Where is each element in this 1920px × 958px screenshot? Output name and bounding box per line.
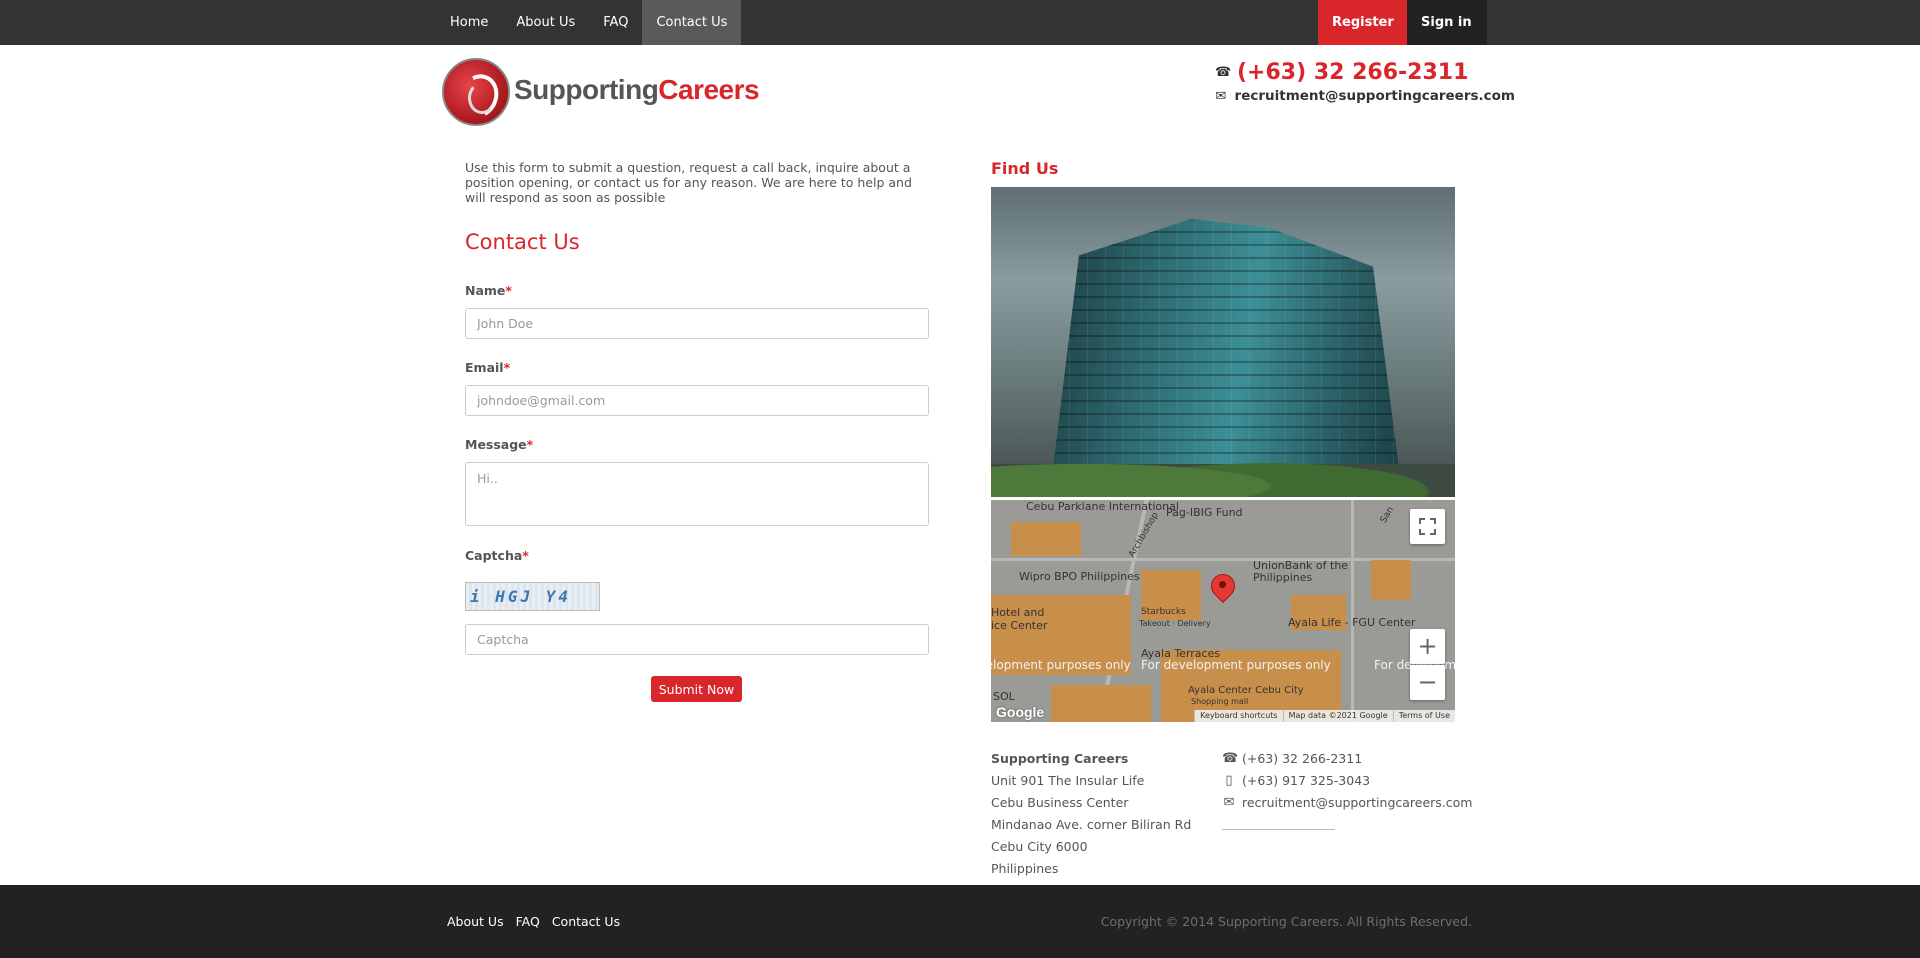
copyright-text: Copyright © 2014 Supporting Careers. All…: [1100, 914, 1472, 929]
footer-link-about-us[interactable]: About Us: [447, 914, 504, 929]
company-name: Supporting Careers: [991, 751, 1129, 766]
logo-word-careers: Careers: [658, 74, 760, 105]
signin-dropdown[interactable]: Sign in: [1407, 0, 1487, 70]
form-intro: Use this form to submit a question, requ…: [465, 160, 912, 205]
office-building-photo: [991, 187, 1455, 497]
message-textarea[interactable]: [465, 462, 929, 526]
office-address: Supporting Careers Unit 901 The Insular …: [991, 748, 1191, 880]
terms-of-use-link[interactable]: Terms of Use: [1392, 710, 1455, 722]
logo-word-supporting: Supporting: [514, 74, 659, 105]
footer-link-faq[interactable]: FAQ: [516, 914, 540, 929]
site-footer: About Us FAQ Contact Us Copyright © 2014…: [0, 885, 1920, 958]
zoom-in-button[interactable]: +: [1410, 629, 1445, 664]
address-line: Philippines: [991, 861, 1059, 876]
map-label: Starbucks: [1141, 607, 1186, 617]
header-email: ✉ recruitment@supportingcareers.com: [1215, 86, 1515, 106]
nav-contact-us[interactable]: Contact Us: [642, 0, 742, 45]
office-email: ✉ recruitment@supportingcareers.com: [1222, 792, 1473, 814]
footer-links: About Us FAQ Contact Us: [447, 885, 632, 958]
top-navbar: Home About Us FAQ Contact Us Register Si…: [0, 0, 1920, 70]
nav-faq[interactable]: FAQ: [589, 0, 642, 45]
address-line: Cebu Business Center: [991, 795, 1129, 810]
captcha-image: i HGJ Y4: [465, 582, 600, 611]
fullscreen-icon: [1419, 518, 1436, 535]
header-email-address[interactable]: recruitment@supportingcareers.com: [1235, 88, 1515, 104]
message-label: Message*: [465, 437, 533, 452]
header-contact: ☎ (+63) 32 266-2311 ✉ recruitment@suppor…: [1215, 58, 1515, 106]
google-map[interactable]: Cebu Parklane International Pag-IBIG Fun…: [991, 500, 1455, 722]
nav-about-us[interactable]: About Us: [502, 0, 589, 45]
required-mark: *: [505, 283, 512, 298]
logo-wordmark: SupportingCareers: [514, 74, 760, 106]
map-label: SOL: [993, 690, 1015, 703]
map-label: Ayala Life - FGU Center: [1288, 616, 1416, 629]
required-mark: *: [522, 548, 529, 563]
footer-link-contact-us[interactable]: Contact Us: [552, 914, 620, 929]
map-label: San: [1378, 505, 1397, 525]
office-mobile-number: (+63) 917 325-3043: [1242, 773, 1371, 788]
contact-heading: Contact Us: [465, 230, 580, 254]
map-label: Pag-IBIG Fund: [1166, 506, 1243, 519]
phone-icon: ☎: [1222, 751, 1239, 766]
map-watermark: For development purposes only: [991, 658, 1131, 672]
nav-home[interactable]: Home: [436, 0, 502, 45]
address-line: Mindanao Ave. corner Biliran Rd: [991, 817, 1192, 832]
map-marker-icon[interactable]: [1211, 574, 1233, 604]
envelope-icon: ✉: [1223, 795, 1235, 810]
google-logo: Google: [996, 704, 1045, 720]
captcha-input[interactable]: [465, 624, 929, 655]
map-label: UnionBank of the Philippines: [1253, 559, 1349, 584]
email-label: Email*: [465, 360, 510, 375]
address-line: Cebu City 6000: [991, 839, 1088, 854]
fullscreen-button[interactable]: [1410, 509, 1445, 544]
divider: [1222, 829, 1335, 830]
email-input[interactable]: [465, 385, 929, 416]
mobile-phone-icon: ▯: [1225, 773, 1233, 788]
captcha-label: Captcha*: [465, 548, 529, 563]
map-data-text: Map data ©2021 Google: [1282, 710, 1393, 722]
submit-button[interactable]: Submit Now: [651, 676, 742, 702]
office-phone: ☎ (+63) 32 266-2311: [1222, 748, 1472, 770]
map-watermark: For development purposes only: [1141, 658, 1331, 672]
logo-emblem-icon: [442, 58, 510, 126]
header-phone-number: (+63) 32 266-2311: [1237, 59, 1469, 85]
captcha-label-text: Captcha: [465, 548, 523, 563]
office-contacts: ☎ (+63) 32 266-2311 ▯ (+63) 917 325-3043 ✉…: [1222, 748, 1472, 814]
map-label: Cebu Parklane International: [1026, 500, 1179, 513]
account-nav: Register Sign in: [1318, 0, 1487, 70]
map-label: Shopping mall: [1191, 697, 1249, 706]
map-label: Wipro BPO Philippines: [1019, 570, 1140, 583]
required-mark: *: [526, 437, 534, 452]
map-label: Takeout · Delivery: [1139, 619, 1211, 628]
name-label: Name*: [465, 283, 512, 298]
signin-label: Sign in: [1421, 15, 1472, 30]
message-label-text: Message: [465, 437, 527, 452]
office-mobile: ▯ (+63) 917 325-3043: [1222, 770, 1472, 792]
required-mark: *: [503, 360, 511, 375]
map-attribution: Keyboard shortcuts Map data ©2021 Google…: [1194, 710, 1455, 722]
phone-icon: ☎: [1215, 64, 1232, 80]
site-logo[interactable]: SupportingCareers: [442, 58, 762, 126]
office-email-address[interactable]: recruitment@supportingcareers.com: [1242, 792, 1472, 814]
zoom-out-button[interactable]: −: [1410, 665, 1445, 700]
name-label-text: Name: [465, 283, 506, 298]
header-phone: ☎ (+63) 32 266-2311: [1215, 58, 1515, 86]
envelope-icon: ✉: [1215, 88, 1227, 104]
office-phone-number: (+63) 32 266-2311: [1242, 751, 1363, 766]
keyboard-shortcuts-link[interactable]: Keyboard shortcuts: [1194, 710, 1282, 722]
address-line: Unit 901 The Insular Life: [991, 773, 1145, 788]
find-us-heading: Find Us: [991, 159, 1059, 178]
register-label: Register: [1332, 15, 1394, 30]
map-label: Hotel and ice Center: [991, 606, 1048, 632]
name-input[interactable]: [465, 308, 929, 339]
register-dropdown[interactable]: Register: [1318, 0, 1407, 70]
main-nav: Home About Us FAQ Contact Us: [436, 0, 742, 45]
map-label: Ayala Center Cebu City: [1188, 685, 1304, 696]
email-label-text: Email: [465, 360, 504, 375]
trees-shape: [991, 442, 1455, 497]
